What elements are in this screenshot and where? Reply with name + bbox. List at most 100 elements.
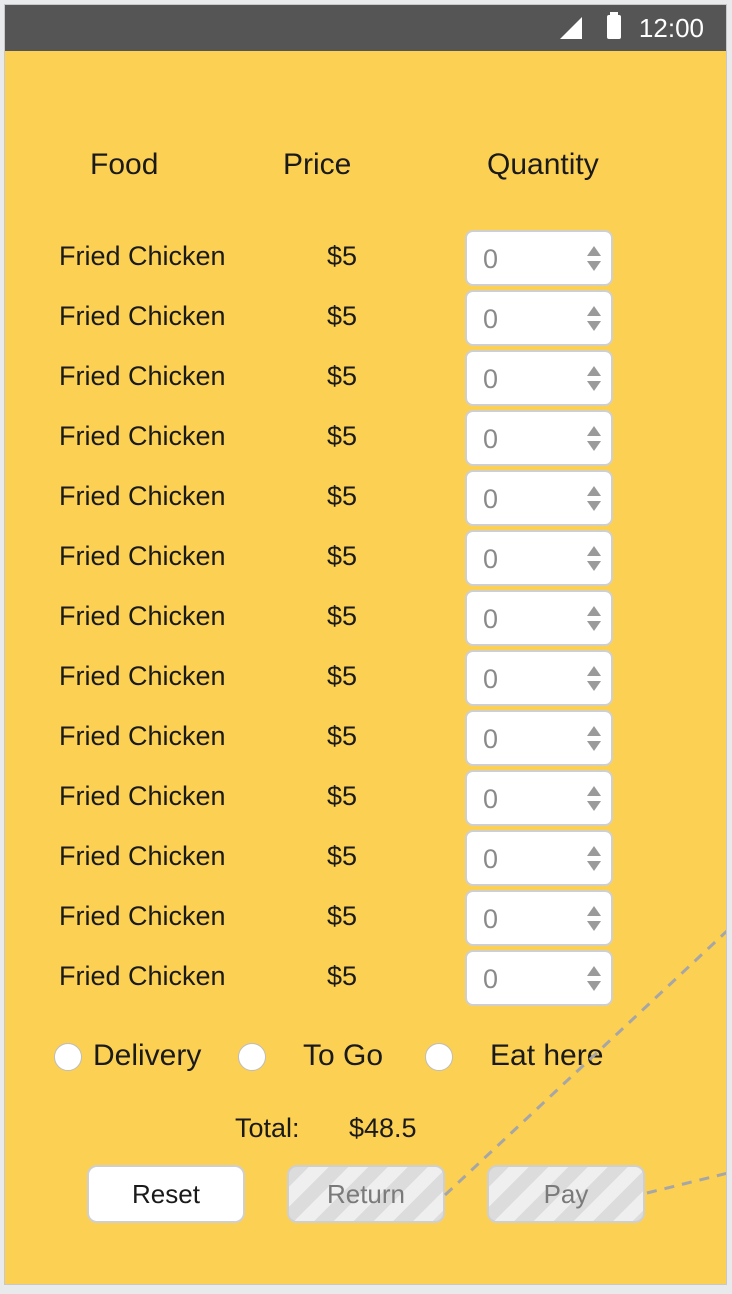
food-price: $5 (327, 661, 358, 691)
food-price: $5 (327, 901, 358, 931)
quantity-value: 0 (483, 304, 499, 334)
quantity-stepper[interactable]: 0 (465, 590, 613, 646)
food-price: $5 (327, 481, 358, 511)
food-price: $5 (327, 361, 358, 391)
quantity-stepper[interactable]: 0 (465, 890, 613, 946)
menu-row: Fried Chicken $5 0 (5, 830, 726, 888)
food-name: Fried Chicken (59, 541, 226, 571)
quantity-value: 0 (483, 604, 499, 634)
increment-arrow-icon[interactable] (587, 606, 601, 616)
decrement-arrow-icon[interactable] (587, 381, 601, 391)
food-price: $5 (327, 841, 358, 871)
menu-row: Fried Chicken $5 0 (5, 770, 726, 828)
total-value: $48.5 (349, 1113, 417, 1143)
quantity-stepper[interactable]: 0 (465, 710, 613, 766)
decrement-arrow-icon[interactable] (587, 861, 601, 871)
food-price: $5 (327, 721, 358, 751)
decrement-arrow-icon[interactable] (587, 681, 601, 691)
food-name: Fried Chicken (59, 361, 226, 391)
quantity-stepper[interactable]: 0 (465, 290, 613, 346)
menu-row: Fried Chicken $5 0 (5, 590, 726, 648)
quantity-stepper[interactable]: 0 (465, 770, 613, 826)
stepper-arrows[interactable] (587, 666, 601, 692)
return-button[interactable]: Return (287, 1165, 445, 1223)
header-price: Price (283, 148, 352, 181)
quantity-value: 0 (483, 544, 499, 574)
decrement-arrow-icon[interactable] (587, 621, 601, 631)
stepper-arrows[interactable] (587, 306, 601, 332)
pay-button[interactable]: Pay (487, 1165, 645, 1223)
stepper-arrows[interactable] (587, 726, 601, 752)
increment-arrow-icon[interactable] (587, 726, 601, 736)
increment-arrow-icon[interactable] (587, 246, 601, 256)
decrement-arrow-icon[interactable] (587, 261, 601, 271)
stepper-arrows[interactable] (587, 846, 601, 872)
menu-row: Fried Chicken $5 0 (5, 470, 726, 528)
decrement-arrow-icon[interactable] (587, 981, 601, 991)
increment-arrow-icon[interactable] (587, 486, 601, 496)
increment-arrow-icon[interactable] (587, 546, 601, 556)
menu-row: Fried Chicken $5 0 (5, 350, 726, 408)
stepper-arrows[interactable] (587, 426, 601, 452)
order-type-group: Delivery To Go Eat here (5, 1037, 726, 1081)
stepper-arrows[interactable] (587, 486, 601, 512)
quantity-stepper[interactable]: 0 (465, 470, 613, 526)
battery-icon (607, 12, 621, 39)
stepper-arrows[interactable] (587, 606, 601, 632)
increment-arrow-icon[interactable] (587, 426, 601, 436)
increment-arrow-icon[interactable] (587, 846, 601, 856)
food-name: Fried Chicken (59, 721, 226, 751)
quantity-stepper[interactable]: 0 (465, 650, 613, 706)
radio-eat-here[interactable] (425, 1043, 453, 1071)
status-time: 12:00 (638, 13, 704, 43)
food-name: Fried Chicken (59, 301, 226, 331)
food-price: $5 (327, 541, 358, 571)
increment-arrow-icon[interactable] (587, 306, 601, 316)
app-screen: 12:00 Food Price Quantity Fried Chicken $… (4, 4, 727, 1285)
radio-label-to-go: To Go (303, 1039, 384, 1072)
increment-arrow-icon[interactable] (587, 366, 601, 376)
increment-arrow-icon[interactable] (587, 966, 601, 976)
quantity-stepper[interactable]: 0 (465, 830, 613, 886)
food-price: $5 (327, 421, 358, 451)
quantity-value: 0 (483, 244, 499, 274)
header-food: Food (90, 148, 159, 181)
stepper-arrows[interactable] (587, 366, 601, 392)
food-price: $5 (327, 781, 358, 811)
decrement-arrow-icon[interactable] (587, 741, 601, 751)
quantity-value: 0 (483, 484, 499, 514)
quantity-value: 0 (483, 964, 499, 994)
decrement-arrow-icon[interactable] (587, 801, 601, 811)
stepper-arrows[interactable] (587, 246, 601, 272)
quantity-stepper[interactable]: 0 (465, 230, 613, 286)
increment-arrow-icon[interactable] (587, 906, 601, 916)
food-price: $5 (327, 241, 358, 271)
stepper-arrows[interactable] (587, 966, 601, 992)
food-name: Fried Chicken (59, 841, 226, 871)
increment-arrow-icon[interactable] (587, 666, 601, 676)
decrement-arrow-icon[interactable] (587, 921, 601, 931)
decrement-arrow-icon[interactable] (587, 321, 601, 331)
reset-button[interactable]: Reset (87, 1165, 245, 1223)
quantity-stepper[interactable]: 0 (465, 530, 613, 586)
decrement-arrow-icon[interactable] (587, 441, 601, 451)
decrement-arrow-icon[interactable] (587, 561, 601, 571)
increment-arrow-icon[interactable] (587, 786, 601, 796)
stepper-arrows[interactable] (587, 786, 601, 812)
menu-row: Fried Chicken $5 0 (5, 290, 726, 348)
decrement-arrow-icon[interactable] (587, 501, 601, 511)
food-name: Fried Chicken (59, 481, 226, 511)
quantity-stepper[interactable]: 0 (465, 950, 613, 1006)
quantity-value: 0 (483, 904, 499, 934)
menu-row: Fried Chicken $5 0 (5, 650, 726, 708)
quantity-stepper[interactable]: 0 (465, 410, 613, 466)
quantity-value: 0 (483, 664, 499, 694)
radio-delivery[interactable] (54, 1043, 82, 1071)
menu-row: Fried Chicken $5 0 (5, 530, 726, 588)
stepper-arrows[interactable] (587, 906, 601, 932)
food-name: Fried Chicken (59, 661, 226, 691)
stepper-arrows[interactable] (587, 546, 601, 572)
menu-row: Fried Chicken $5 0 (5, 890, 726, 948)
radio-to-go[interactable] (238, 1043, 266, 1071)
quantity-stepper[interactable]: 0 (465, 350, 613, 406)
